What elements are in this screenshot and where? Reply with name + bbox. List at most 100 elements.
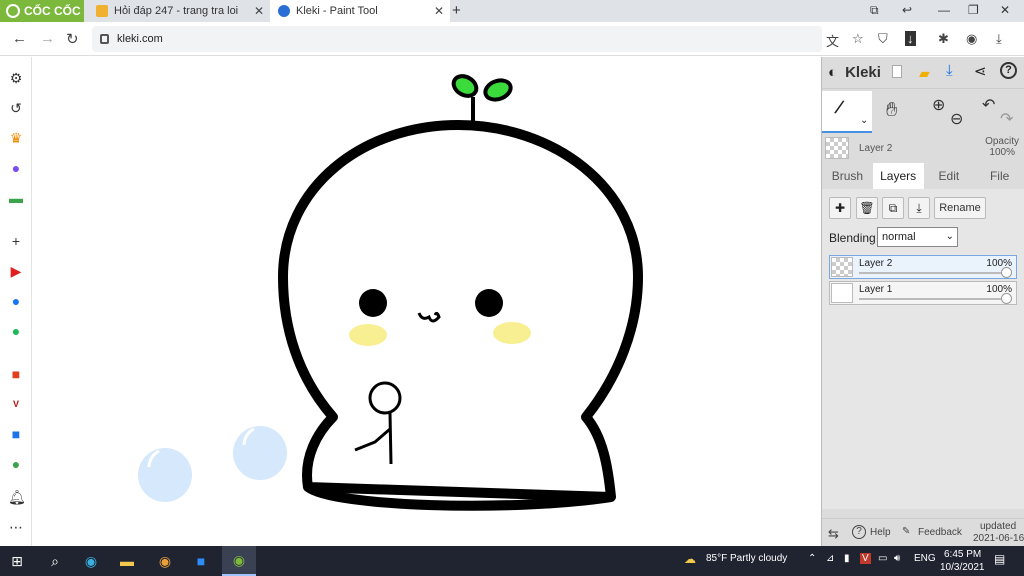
- back-button[interactable]: ←: [12, 30, 27, 47]
- volume-icon[interactable]: 🔊︎: [894, 553, 900, 564]
- settings-gear-icon[interactable]: ⚙: [8, 70, 24, 86]
- url-field[interactable]: kleki.com: [92, 26, 822, 52]
- extensions-icon[interactable]: ✱: [938, 31, 949, 47]
- clock-date[interactable]: 10/3/2021: [940, 562, 985, 573]
- game-controller-icon[interactable]: ▬: [8, 190, 24, 206]
- updated-date: 2021-06-16: [973, 533, 1024, 544]
- help-circle-icon[interactable]: ?: [1000, 62, 1017, 79]
- back-arrow-icon[interactable]: ↩: [902, 3, 912, 17]
- history-icon[interactable]: ↺: [8, 100, 24, 116]
- left-eye-shape: [359, 289, 387, 317]
- close-window-button[interactable]: ✕: [1000, 3, 1010, 17]
- drawing-canvas[interactable]: [33, 57, 821, 546]
- tiki-icon[interactable]: ■: [8, 426, 24, 442]
- zoom-out-icon[interactable]: ⊖: [950, 109, 963, 129]
- feedback-link[interactable]: Feedback: [918, 527, 962, 538]
- weather-text[interactable]: 85°F Partly cloudy: [706, 553, 787, 564]
- hand-tool-icon[interactable]: ✋︎: [886, 99, 897, 122]
- layer-item[interactable]: Layer 2 100%: [829, 255, 1017, 279]
- blending-select[interactable]: normal ⌄: [877, 227, 958, 247]
- youtube-icon[interactable]: ▶: [8, 263, 24, 279]
- bookmark-star-icon[interactable]: ☆: [852, 31, 864, 47]
- rename-button[interactable]: Rename: [934, 197, 986, 219]
- kleki-title: Kleki: [845, 64, 881, 81]
- zoom-in-icon[interactable]: ⊕: [932, 95, 945, 115]
- brush-tool-button[interactable]: / ⌄: [822, 91, 872, 133]
- slider-knob[interactable]: [1001, 267, 1012, 278]
- tab-layers[interactable]: Layers: [872, 163, 924, 189]
- tray-chevron-up-icon[interactable]: ⌃: [808, 553, 816, 564]
- layer-opacity-slider[interactable]: [859, 272, 1006, 274]
- shopping-icon[interactable]: ■: [8, 366, 24, 382]
- battery-icon[interactable]: ▭: [878, 553, 887, 564]
- drawing-artwork: [138, 74, 643, 511]
- tab-file[interactable]: File: [974, 163, 1024, 189]
- blob-body-shape: [278, 120, 643, 502]
- blending-value: normal: [882, 231, 916, 243]
- delete-layer-button[interactable]: 🗑︎: [856, 197, 878, 219]
- microphone-icon[interactable]: ▮: [844, 553, 850, 564]
- messenger-icon[interactable]: ●: [8, 160, 24, 176]
- network-icon[interactable]: ⊿: [826, 553, 834, 564]
- edge-icon[interactable]: ◉: [74, 546, 108, 576]
- notification-center-icon[interactable]: ▤: [994, 552, 1005, 566]
- redo-icon[interactable]: ↷: [1000, 109, 1013, 129]
- windows-start-icon[interactable]: ⊞: [0, 546, 34, 576]
- add-shortcut-icon[interactable]: +: [8, 233, 24, 249]
- clock-time[interactable]: 6:45 PM: [944, 549, 981, 560]
- profile-icon[interactable]: ◉: [966, 31, 977, 47]
- tab-brush[interactable]: Brush: [822, 163, 873, 189]
- vtv-icon[interactable]: V: [8, 396, 24, 412]
- new-tab-button[interactable]: +: [452, 2, 461, 19]
- search-icon[interactable]: ⌕: [38, 546, 72, 576]
- close-tab-icon[interactable]: ✕: [254, 4, 264, 18]
- merge-layer-button[interactable]: ⤓: [908, 197, 930, 219]
- forward-button[interactable]: →: [40, 30, 55, 47]
- language-indicator[interactable]: ENG: [914, 553, 936, 564]
- slider-knob[interactable]: [1001, 293, 1012, 304]
- tab-edit[interactable]: Edit: [924, 163, 975, 189]
- help-link[interactable]: Help: [870, 527, 891, 538]
- layer-opacity-slider[interactable]: [859, 298, 1006, 300]
- coccoc-logo-icon: [6, 4, 20, 18]
- chevron-down-icon[interactable]: ⌄: [860, 115, 868, 126]
- add-layer-button[interactable]: ✚: [829, 197, 851, 219]
- minimize-button[interactable]: —: [938, 3, 950, 17]
- share-icon[interactable]: ⋖: [974, 62, 987, 80]
- crown-icon[interactable]: ♛: [8, 130, 24, 146]
- layer-item[interactable]: Layer 1 100%: [829, 281, 1017, 305]
- tab-title: Kleki - Paint Tool: [296, 5, 378, 17]
- zoom-icon[interactable]: ■: [184, 546, 218, 576]
- open-folder-icon[interactable]: ▰: [919, 65, 930, 82]
- shield-icon[interactable]: ⛉: [878, 31, 888, 47]
- close-tab-icon[interactable]: ✕: [434, 4, 444, 18]
- new-image-icon[interactable]: [892, 65, 902, 78]
- tab-hoidap[interactable]: Hỏi đáp 247 - trang tra loi ✕: [88, 0, 270, 22]
- panel-footer: ⇆ ? Help ✎ Feedback updated 2021-06-16: [822, 518, 1024, 546]
- more-options-icon[interactable]: ⋯: [8, 519, 24, 535]
- screenshot-icon[interactable]: ⧉: [870, 3, 879, 18]
- swap-arrows-icon[interactable]: ⇆: [828, 526, 839, 542]
- coccoc-map-icon[interactable]: ●: [8, 456, 24, 472]
- restore-button[interactable]: ❐: [968, 3, 979, 17]
- notification-bell-icon[interactable]: 🔔︎: [8, 489, 26, 505]
- downloads-icon[interactable]: ⤓: [996, 31, 1002, 47]
- tab-kleki[interactable]: Kleki - Paint Tool ✕: [270, 0, 450, 22]
- hoidap-favicon-icon: [96, 5, 108, 17]
- duplicate-layer-button[interactable]: ⧉: [882, 197, 904, 219]
- help-icon[interactable]: ?: [852, 525, 866, 539]
- coccoc-taskbar-icon[interactable]: ◉: [222, 546, 256, 576]
- spotify-icon[interactable]: ●: [8, 323, 24, 339]
- layer-thumbnail: [831, 283, 853, 303]
- save-download-icon[interactable]: ⤓: [946, 62, 953, 79]
- reload-button[interactable]: ↻: [66, 30, 79, 48]
- chrome-icon[interactable]: ◉: [148, 546, 182, 576]
- feedback-icon[interactable]: ✎: [902, 526, 910, 537]
- download-page-icon[interactable]: ↓: [905, 31, 916, 46]
- coccoc-menu-button[interactable]: CỐC CỐC: [0, 0, 84, 22]
- undo-icon[interactable]: ↶: [982, 95, 995, 115]
- vivaldi-tray-icon[interactable]: V: [860, 553, 871, 564]
- facebook-icon[interactable]: ●: [8, 293, 24, 309]
- translate-icon[interactable]: 文: [826, 31, 839, 50]
- file-explorer-icon[interactable]: ▬: [110, 546, 144, 576]
